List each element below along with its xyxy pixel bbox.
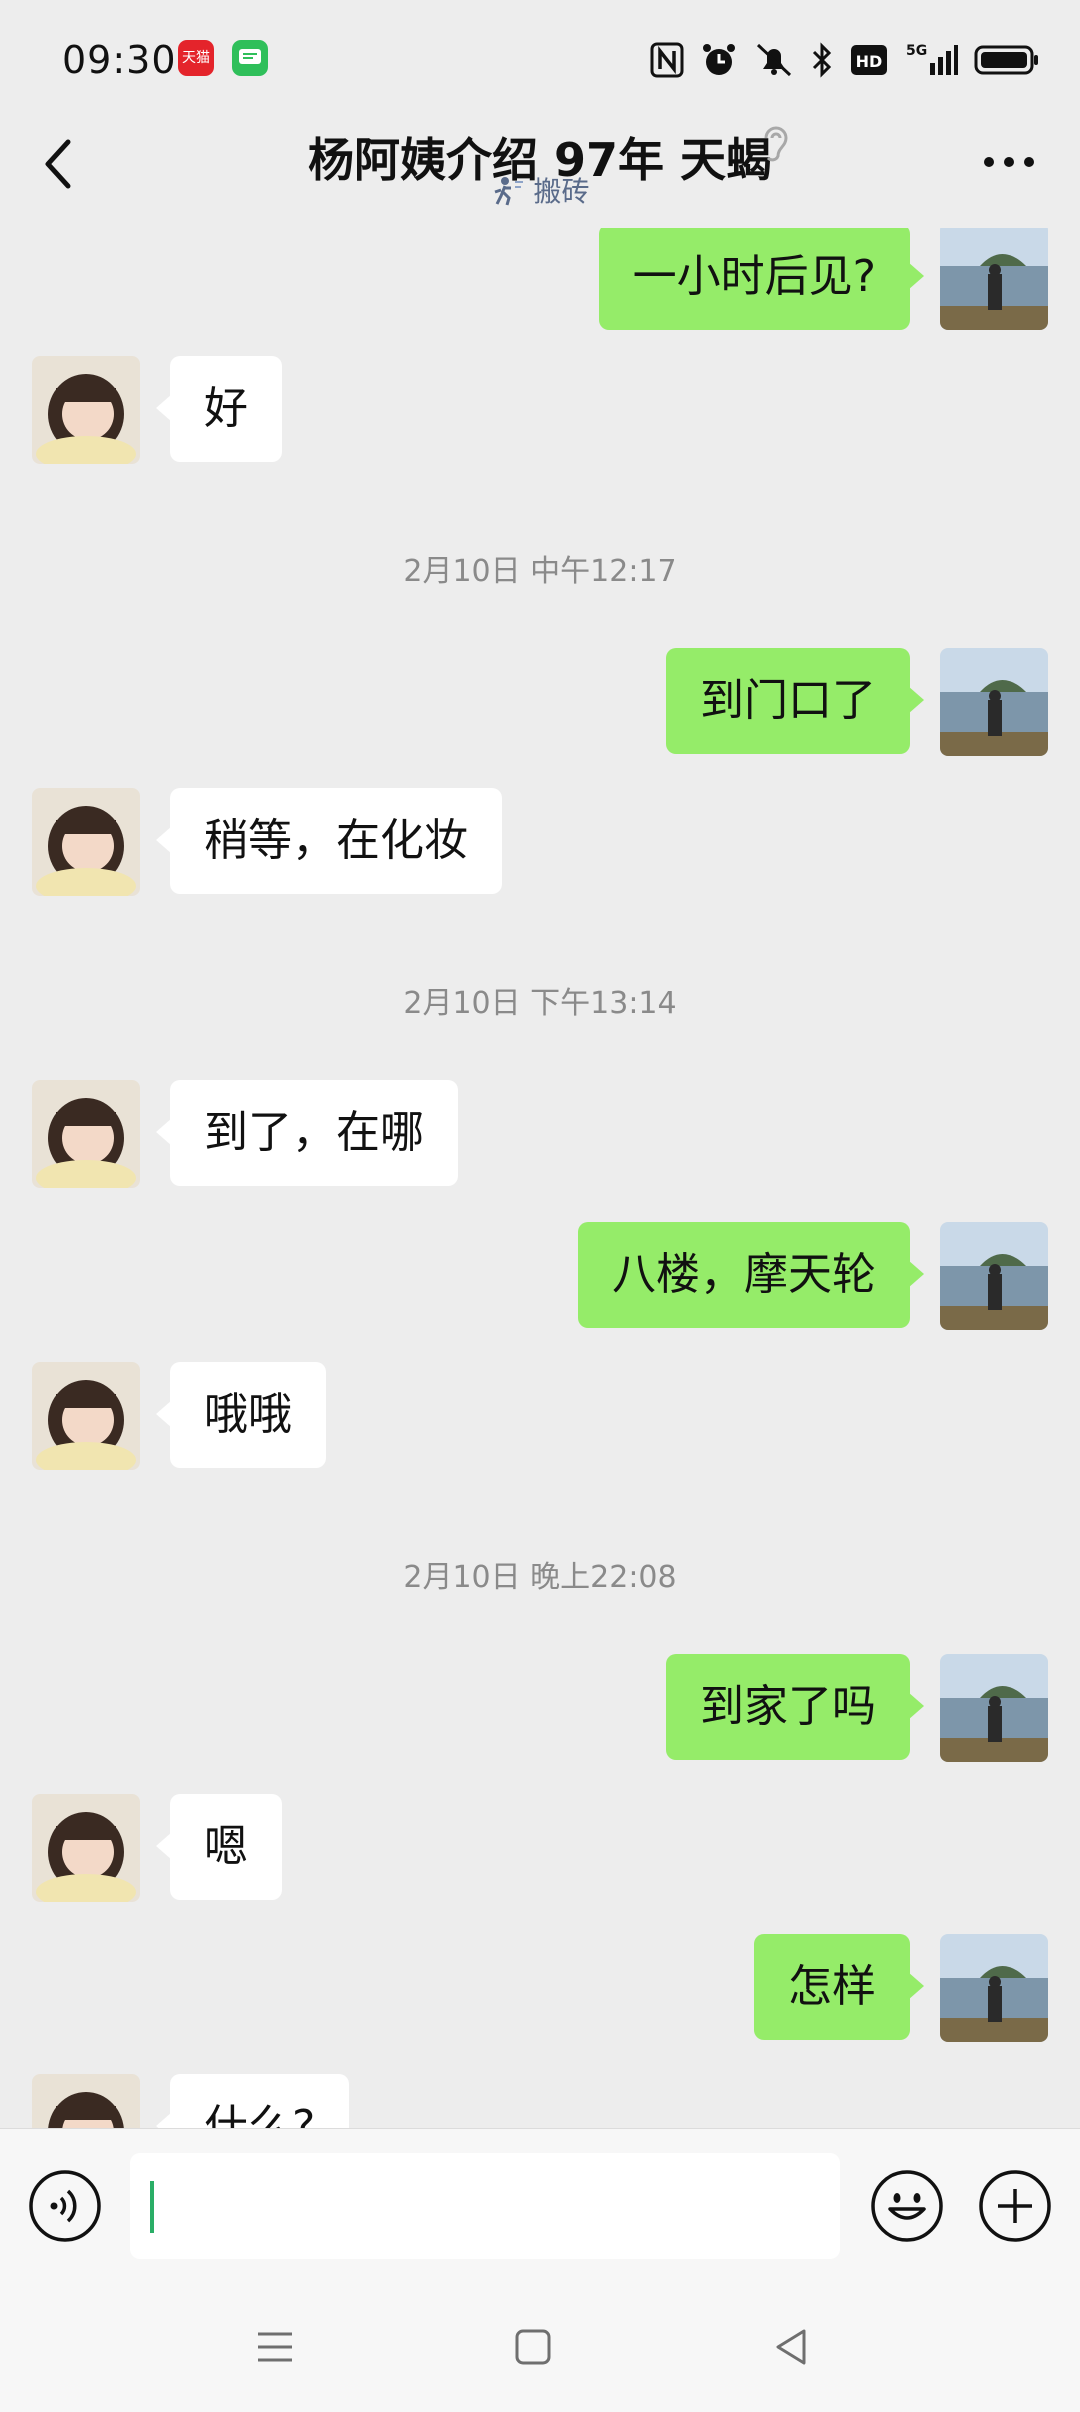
text-caret — [150, 2181, 154, 2233]
outgoing-message[interactable]: 一小时后见? — [598, 228, 925, 330]
message-list[interactable]: 一小时后见? 好 2月10日 中午12:17 到门口了 稍等，在化妆 2月10日… — [0, 228, 1080, 2128]
my-avatar[interactable] — [940, 1654, 1048, 1762]
system-nav-bar — [0, 2286, 1080, 2412]
incoming-message[interactable]: 稍等，在化妆 — [156, 788, 502, 894]
incoming-message[interactable]: 好 — [156, 356, 282, 462]
incoming-message[interactable]: 到了，在哪 — [156, 1080, 458, 1186]
home-icon[interactable] — [508, 2322, 558, 2372]
ear-icon — [760, 122, 790, 166]
contact-avatar[interactable] — [32, 2074, 140, 2128]
svg-text:5G: 5G — [906, 43, 927, 59]
mute-icon — [754, 41, 794, 79]
outgoing-message[interactable]: 怎样 — [754, 1934, 924, 2040]
alarm-icon — [700, 41, 738, 79]
incoming-message[interactable]: 哦哦 — [156, 1362, 326, 1468]
my-avatar[interactable] — [940, 648, 1048, 756]
chat-status-text: 搬砖 — [533, 175, 590, 208]
my-avatar[interactable] — [940, 1222, 1048, 1330]
incoming-message[interactable]: 什么? — [155, 2074, 350, 2128]
menu-icon[interactable] — [250, 2322, 300, 2372]
message-app-icon — [232, 40, 268, 76]
chat-header: 杨阿姨介绍 97年 天蝎 搬砖 — [0, 120, 1080, 228]
outgoing-message[interactable]: 到家了吗 — [666, 1654, 924, 1760]
contact-avatar[interactable] — [32, 356, 140, 464]
plus-icon[interactable] — [978, 2169, 1052, 2243]
message-input[interactable] — [130, 2153, 840, 2259]
status-bar: 09:30 天猫 HD 5G — [0, 0, 1080, 120]
message-timestamp: 2月10日 下午13:14 — [403, 986, 677, 1021]
status-time: 09:30 — [62, 38, 177, 82]
chat-subtitle: 搬砖 — [0, 170, 1080, 210]
more-icon[interactable] — [982, 154, 1036, 168]
my-avatar[interactable] — [940, 1934, 1048, 2042]
tmall-icon: 天猫 — [178, 40, 214, 76]
back-triangle-icon[interactable] — [766, 2322, 816, 2372]
contact-avatar[interactable] — [32, 1794, 140, 1902]
incoming-message[interactable]: 嗯 — [156, 1794, 282, 1900]
signal-icon: 5G — [904, 41, 958, 79]
contact-avatar[interactable] — [32, 1080, 140, 1188]
message-timestamp: 2月10日 晚上22:08 — [403, 1560, 677, 1595]
bluetooth-icon — [810, 41, 834, 79]
contact-avatar[interactable] — [32, 788, 140, 896]
outgoing-message[interactable]: 八楼，摩天轮 — [578, 1222, 924, 1328]
svg-text:HD: HD — [856, 52, 883, 71]
voice-icon[interactable] — [28, 2169, 102, 2243]
input-bar — [0, 2128, 1080, 2287]
my-avatar[interactable] — [940, 228, 1048, 330]
contact-avatar[interactable] — [32, 1362, 140, 1470]
status-icons: HD 5G — [650, 40, 1040, 80]
hd-icon: HD — [850, 41, 888, 79]
outgoing-message[interactable]: 到门口了 — [666, 648, 924, 754]
message-timestamp: 2月10日 中午12:17 — [403, 554, 677, 589]
battery-icon — [974, 41, 1040, 79]
status-walk-icon — [494, 177, 523, 206]
nfc-icon — [650, 41, 684, 79]
emoji-icon[interactable] — [870, 2169, 944, 2243]
